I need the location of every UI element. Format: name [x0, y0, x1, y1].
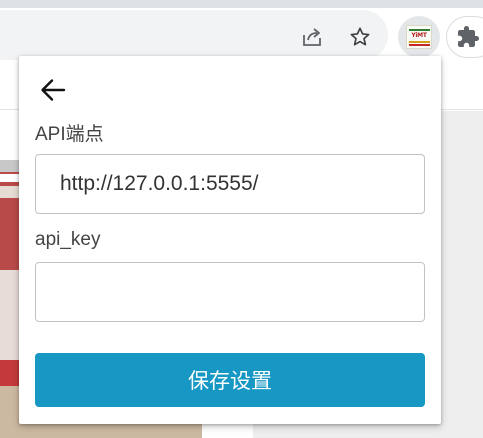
api-key-label: api_key	[35, 229, 101, 250]
yimt-logo: YiMT	[406, 25, 432, 49]
extension-popup: API端点 api_key 保存设置	[19, 56, 441, 424]
browser-tab-strip	[0, 0, 483, 8]
logo-stripe	[409, 41, 430, 43]
puzzle-icon	[458, 26, 479, 47]
arrow-left-icon	[41, 79, 66, 101]
star-icon	[350, 27, 370, 46]
api-key-input[interactable]	[35, 262, 425, 322]
logo-stripe	[409, 44, 430, 46]
address-bar[interactable]	[0, 10, 388, 60]
api-endpoint-label: API端点	[35, 124, 104, 145]
share-button[interactable]	[299, 24, 325, 50]
bookmark-star-button[interactable]	[347, 24, 373, 50]
yimt-extension-button[interactable]: YiMT	[398, 16, 440, 58]
logo-stripe	[409, 29, 430, 31]
back-button[interactable]	[37, 74, 69, 106]
share-icon	[303, 28, 321, 46]
yimt-logo-text: YiMT	[411, 32, 427, 39]
save-settings-button[interactable]: 保存设置	[35, 353, 425, 407]
extensions-button[interactable]	[455, 24, 481, 50]
api-endpoint-input[interactable]	[35, 154, 425, 214]
